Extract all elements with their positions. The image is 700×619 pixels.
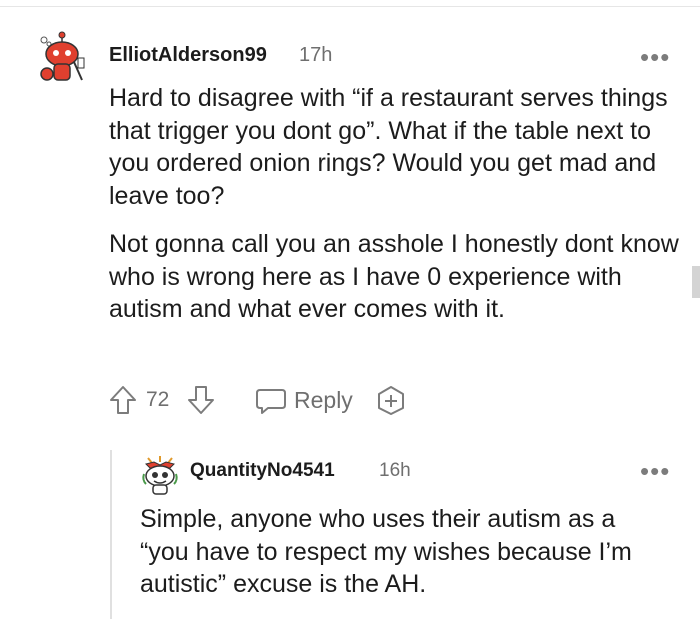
scrollbar-thumb[interactable] bbox=[692, 266, 700, 298]
comment-timestamp: 16h bbox=[379, 460, 411, 481]
comment-paragraph: Not gonna call you an asshole I honestly… bbox=[109, 230, 679, 323]
thread-line[interactable] bbox=[110, 450, 112, 619]
comment-author[interactable]: QuantityNo4541 bbox=[190, 460, 335, 482]
award-button[interactable] bbox=[374, 384, 408, 416]
vote-count: 72 bbox=[146, 388, 170, 411]
upvote-arrow-icon bbox=[110, 386, 136, 414]
award-plus-icon bbox=[378, 386, 404, 415]
comment-paragraph: Simple, anyone who uses their autism as … bbox=[140, 505, 632, 598]
snoo-avatar-icon bbox=[40, 31, 85, 81]
reply-label: Reply bbox=[294, 386, 353, 413]
top-divider bbox=[0, 6, 700, 7]
more-options-icon[interactable]: ••• bbox=[640, 458, 670, 484]
comment-timestamp: 17h bbox=[299, 44, 333, 66]
upvote-button[interactable] bbox=[108, 384, 138, 416]
downvote-arrow-icon bbox=[188, 386, 214, 414]
comment-author[interactable]: ElliotAlderson99 bbox=[109, 44, 267, 67]
reply-button[interactable]: Reply bbox=[254, 384, 353, 416]
user-avatar[interactable] bbox=[34, 30, 90, 86]
more-options-icon[interactable]: ••• bbox=[640, 44, 670, 70]
user-avatar[interactable] bbox=[140, 454, 180, 496]
downvote-button[interactable] bbox=[186, 384, 216, 416]
comment-paragraph: Hard to disagree with “if a restaurant s… bbox=[109, 84, 668, 210]
snoo-avatar-icon bbox=[142, 456, 178, 495]
speech-bubble-icon bbox=[256, 389, 286, 414]
